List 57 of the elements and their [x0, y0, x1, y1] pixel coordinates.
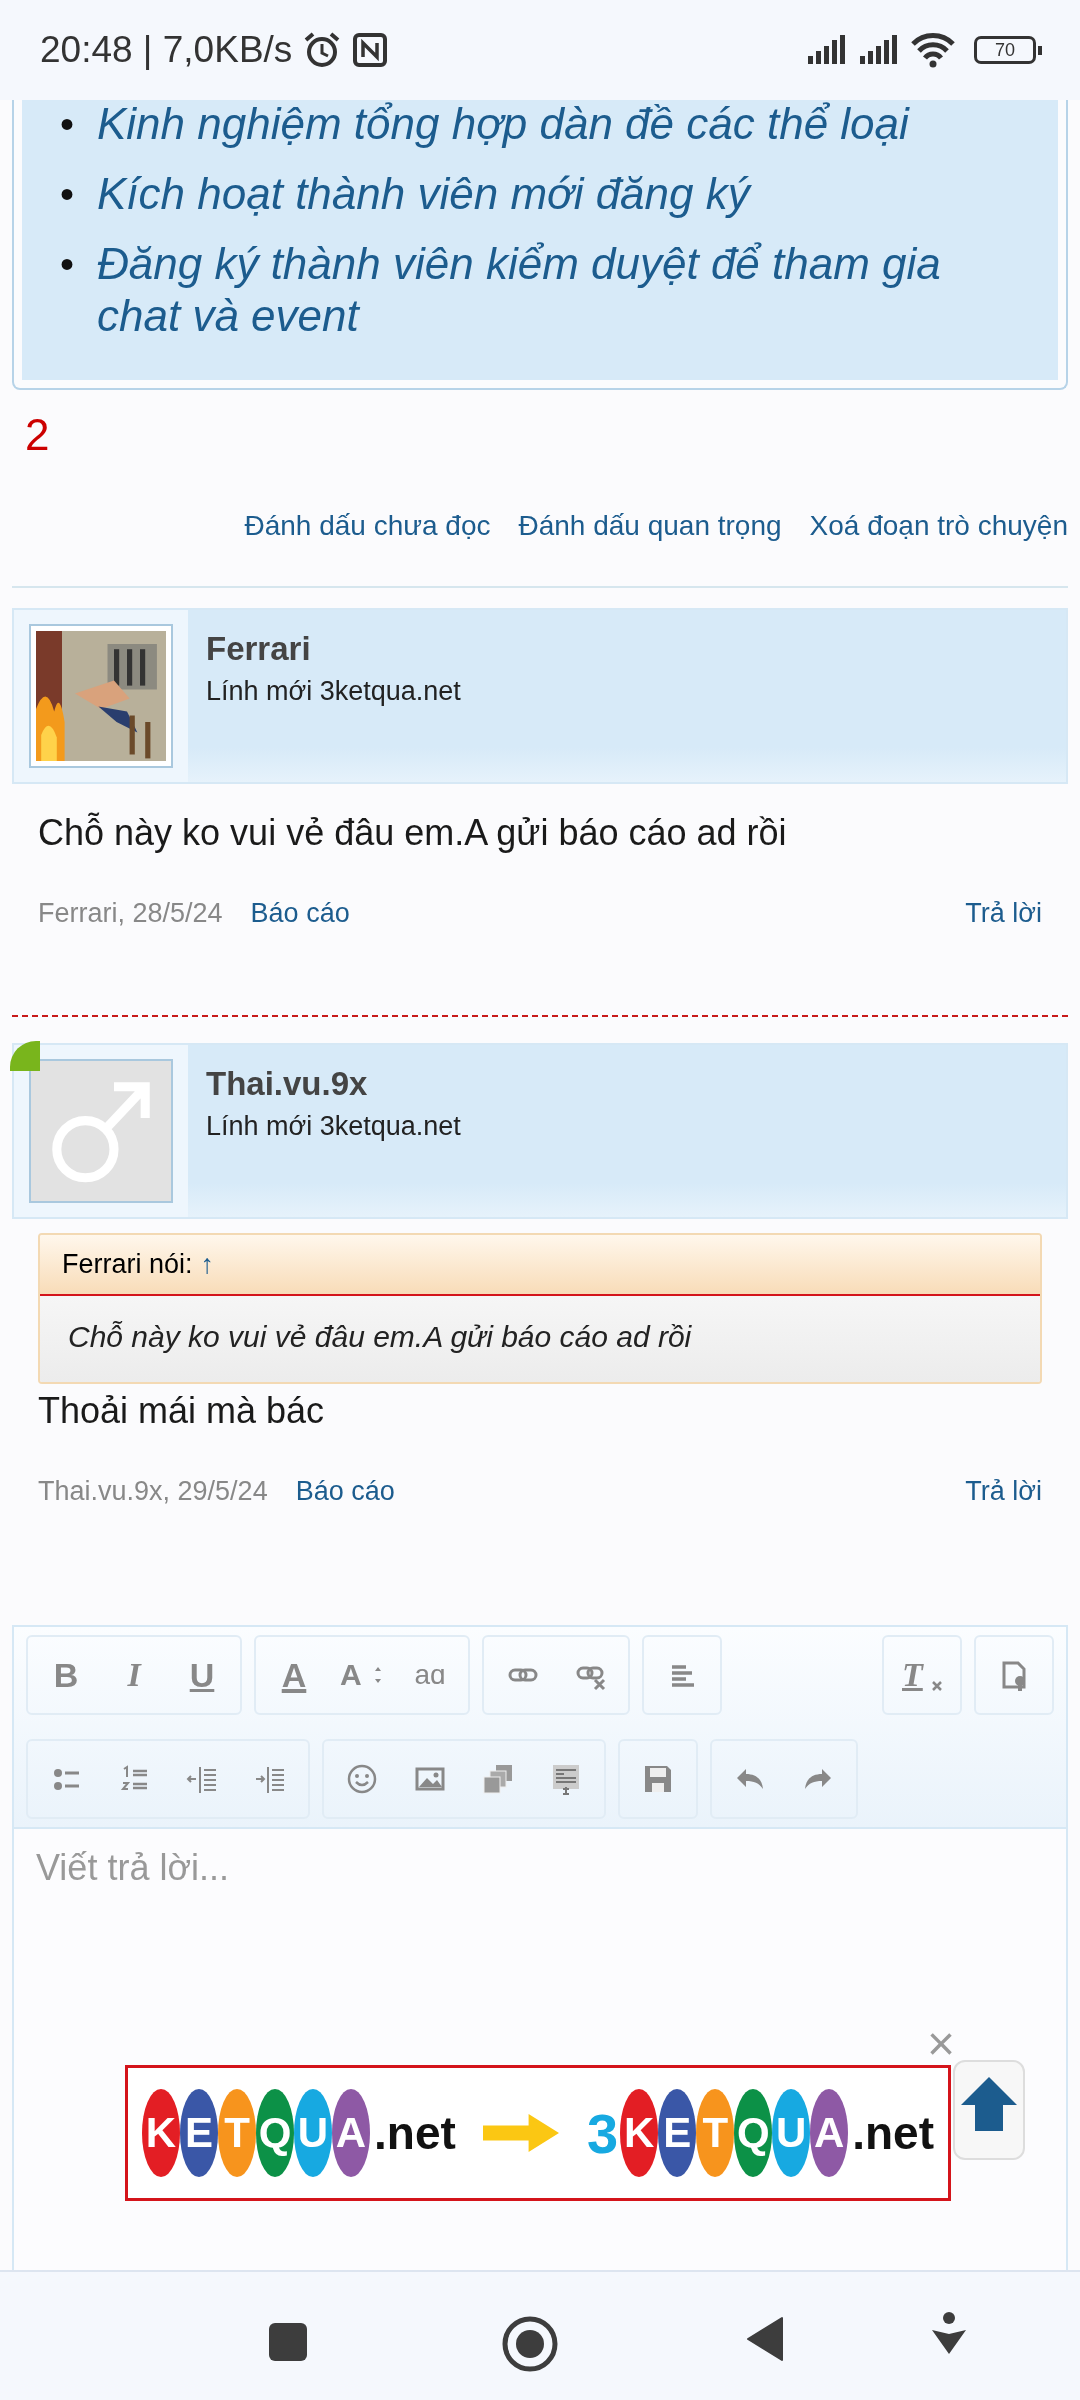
report-link[interactable]: Báo cáo	[250, 898, 350, 929]
reply-link[interactable]: Trả lời	[965, 898, 1042, 929]
logo-letter: E	[180, 2089, 218, 2177]
font-size-icon	[374, 1666, 382, 1684]
scroll-top-button[interactable]	[953, 2060, 1025, 2160]
home-icon[interactable]	[502, 2316, 558, 2372]
logo-letter: A	[810, 2089, 849, 2177]
online-indicator	[10, 1041, 40, 1071]
logo-letter: U	[772, 2089, 811, 2177]
username[interactable]: Ferrari	[206, 630, 311, 668]
bullet: •	[60, 171, 75, 218]
logo-letter: T	[696, 2089, 735, 2177]
code-icon	[550, 1763, 582, 1795]
logo-letter: K	[620, 2089, 659, 2177]
action-link[interactable]: Đánh dấu quan trọng	[518, 510, 782, 542]
user-title: Lính mới 3ketqua.net	[206, 676, 461, 707]
action-link[interactable]: Đánh dấu chưa đọc	[244, 510, 491, 542]
logo-letter: T	[218, 2089, 256, 2177]
action-link[interactable]: Xoá đoạn trò chuyện	[809, 510, 1068, 542]
user-title: Lính mới 3ketqua.net	[206, 1111, 461, 1142]
quote-author: Ferrari nói:	[62, 1249, 193, 1280]
logo-letter: Q	[734, 2089, 773, 2177]
logo-letter: E	[658, 2089, 697, 2177]
logo-text: 3	[587, 2100, 619, 2166]
notice-item: Đăng ký thành viên kiểm duyệt để tham gia chat và event	[97, 238, 942, 342]
clear-format-icon	[932, 1681, 942, 1691]
save-icon	[642, 1763, 674, 1795]
status-time: 20:48 | 7,0KB/s	[40, 29, 293, 71]
logo-letter: U	[294, 2089, 332, 2177]
ad-banner[interactable]: K E T Q U A .net 3 K E T Q U A .net	[125, 2065, 951, 2201]
back-icon[interactable]	[746, 2316, 784, 2362]
notice-item: Kích hoạt thành viên mới đăng ký	[97, 168, 750, 220]
message-meta: Ferrari, 28/5/24	[38, 898, 223, 929]
logo-letter: Q	[256, 2089, 294, 2177]
bullet: •	[60, 241, 75, 288]
message-meta: Thai.vu.9x, 29/5/24	[38, 1476, 268, 1507]
logo-letter: K	[142, 2089, 180, 2177]
logo-text: .net	[852, 2106, 934, 2160]
report-link[interactable]: Báo cáo	[295, 1476, 395, 1507]
page-count: 2	[24, 409, 51, 460]
reply-link[interactable]: Trả lời	[965, 1476, 1042, 1507]
jump-link[interactable]: ↑	[200, 1249, 215, 1280]
logo-letter: A	[332, 2089, 370, 2177]
signal-icon	[806, 34, 848, 66]
bullet: •	[60, 101, 75, 148]
username[interactable]: Thai.vu.9x	[206, 1065, 368, 1103]
message-text: Thoải mái mà bác	[38, 1390, 325, 1432]
quote-text: Chỗ này ko vui vẻ đâu em.A gửi báo cáo ad rồi	[68, 1320, 692, 1353]
smiley-icon	[346, 1763, 378, 1795]
message-text: Chỗ này ko vui vẻ đâu em.A gửi báo cáo ad rồi	[38, 812, 787, 854]
wifi-icon	[910, 32, 956, 68]
logo-text: .net	[374, 2106, 456, 2160]
signal-icon	[858, 34, 900, 66]
notice-item: Kinh nghiệm tổng hợp dàn đề các thể loại	[97, 98, 909, 150]
media-icon	[482, 1763, 514, 1795]
nfc-icon	[352, 32, 389, 68]
recents-icon[interactable]	[268, 2322, 308, 2362]
